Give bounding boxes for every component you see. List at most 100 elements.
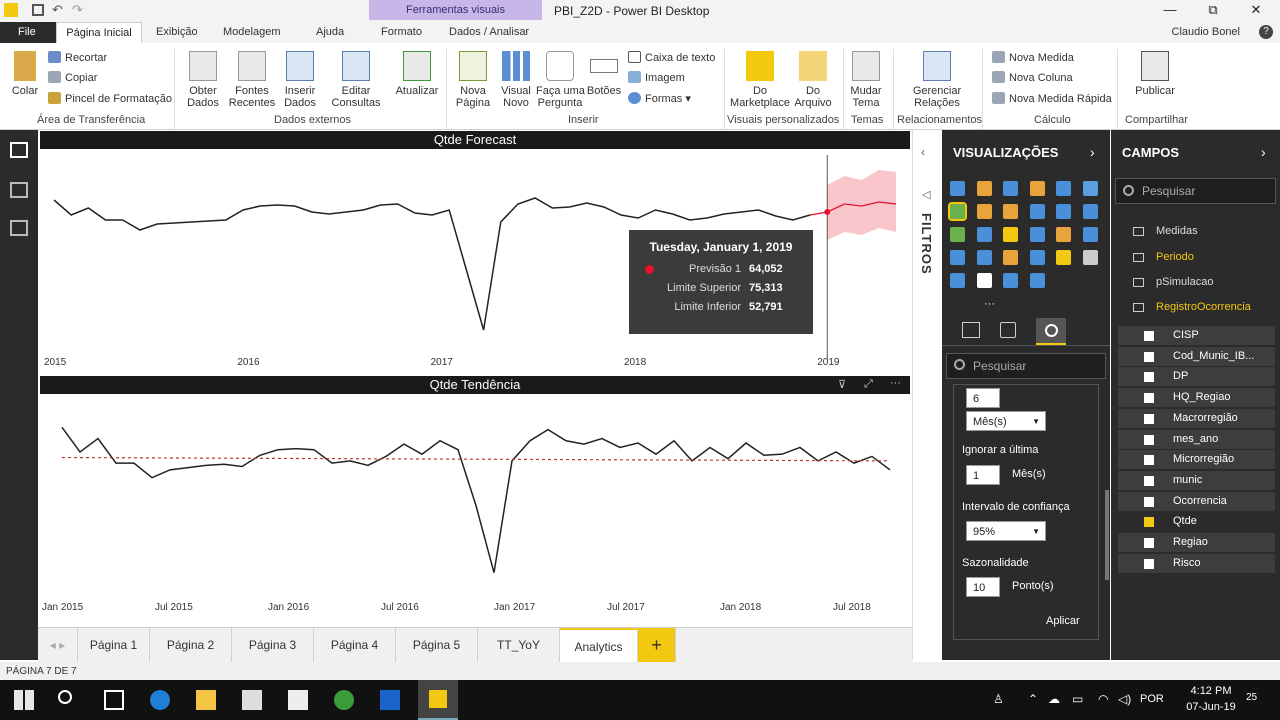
field-item[interactable]: CISP	[1118, 326, 1275, 345]
analytics-tab-icon[interactable]	[1036, 318, 1066, 345]
model-view-icon[interactable]	[10, 220, 28, 236]
more-options-icon[interactable]: ···	[890, 377, 901, 389]
visual-type-icon[interactable]	[950, 273, 965, 288]
publish-button[interactable]: Publicar	[1130, 51, 1180, 97]
visual-type-icon[interactable]	[1003, 227, 1018, 242]
page-tab[interactable]: Página 1	[78, 628, 150, 663]
visual-type-icon[interactable]	[976, 181, 992, 196]
visual-type-icon[interactable]	[1029, 227, 1045, 242]
scrollbar[interactable]	[1105, 490, 1109, 580]
visual-type-icon[interactable]	[1003, 250, 1018, 265]
file-explorer-icon[interactable]	[196, 690, 216, 710]
visual-type-icon[interactable]	[1082, 181, 1098, 196]
battery-icon[interactable]: ▭	[1072, 692, 1083, 706]
apply-button[interactable]: Aplicar	[1046, 615, 1080, 627]
forecast-length-input[interactable]: 6	[966, 388, 1000, 408]
ask-question-button[interactable]: Faça uma Pergunta	[536, 51, 585, 109]
field-checkbox[interactable]	[1144, 434, 1154, 445]
visual-type-icon[interactable]	[1082, 204, 1098, 219]
field-item[interactable]: munic	[1118, 470, 1275, 490]
field-checkbox[interactable]	[1144, 496, 1154, 507]
format-painter-button[interactable]: Pincel de Formatação	[48, 92, 172, 106]
field-item[interactable]: Microrregião	[1118, 450, 1275, 470]
clock-date[interactable]: 07-Jun-19	[1180, 701, 1242, 713]
field-checkbox[interactable]	[1144, 538, 1154, 548]
close-button[interactable]: ✕	[1241, 2, 1271, 20]
edge-icon[interactable]	[150, 690, 170, 710]
windows-start-icon[interactable]	[14, 690, 34, 710]
visual-type-icon[interactable]	[1056, 227, 1071, 242]
field-item[interactable]: HQ_Regiao	[1118, 388, 1275, 408]
add-page-button[interactable]: +	[638, 628, 676, 663]
focus-mode-icon[interactable]: ⤢	[864, 378, 873, 391]
save-icon[interactable]	[32, 4, 44, 16]
page-tab[interactable]: TT_YoY	[478, 628, 560, 663]
store-icon[interactable]	[242, 690, 262, 710]
tab-view[interactable]: Exibição	[156, 26, 198, 38]
visual-type-icon[interactable]	[976, 273, 992, 288]
visual-type-icon[interactable]	[1029, 250, 1045, 265]
paste-button[interactable]: Colar	[6, 51, 44, 97]
tab-format[interactable]: Formato	[381, 26, 422, 38]
field-item[interactable]: DP	[1118, 367, 1275, 387]
field-checkbox[interactable]	[1144, 351, 1154, 362]
chrome-icon[interactable]	[334, 690, 354, 710]
visual-type-icon[interactable]	[1029, 273, 1045, 288]
field-item[interactable]: Risco	[1118, 553, 1275, 573]
collapse-icon[interactable]: ‹	[921, 145, 925, 159]
visual-type-icon[interactable]	[1056, 181, 1071, 196]
visual-type-icon[interactable]	[1056, 204, 1071, 219]
page-tab[interactable]: Página 5	[396, 628, 478, 663]
visual-type-icon[interactable]	[1082, 227, 1098, 242]
visual-type-icon[interactable]	[950, 181, 965, 196]
cut-button[interactable]: Recortar	[48, 51, 107, 65]
ignore-last-input[interactable]: 1	[966, 465, 1000, 485]
redo-icon[interactable]: ↷	[72, 2, 83, 18]
refresh-button[interactable]: Atualizar	[394, 51, 440, 97]
tab-help[interactable]: Ajuda	[316, 26, 344, 38]
language-indicator[interactable]: POR	[1140, 693, 1164, 705]
marketplace-button[interactable]: Do Marketplace	[728, 51, 792, 109]
field-checkbox[interactable]	[1144, 331, 1154, 341]
search-icon[interactable]	[58, 690, 72, 704]
field-checkbox[interactable]	[1144, 455, 1154, 466]
page-tab-active[interactable]: Analytics	[560, 628, 638, 663]
field-item[interactable]: Regiao	[1118, 533, 1275, 552]
mail-icon[interactable]	[288, 690, 308, 710]
buttons-button[interactable]: Botões	[586, 51, 622, 97]
shapes-button[interactable]: Formas ▾	[628, 92, 691, 106]
cloud-icon[interactable]: ☁	[1048, 692, 1060, 706]
page-tab[interactable]: Página 3	[232, 628, 314, 663]
page-tab[interactable]: Página 4	[314, 628, 396, 663]
field-item[interactable]: Qtde	[1118, 512, 1275, 531]
task-view-icon[interactable]	[104, 690, 124, 710]
visual-type-icon[interactable]	[1056, 250, 1071, 265]
more-visuals-icon[interactable]: ···	[984, 298, 995, 310]
enter-data-button[interactable]: Inserir Dados	[280, 51, 320, 109]
manage-relationships-button[interactable]: Gerenciar Relações	[904, 51, 970, 109]
visual-type-icon[interactable]	[976, 204, 992, 219]
trend-chart[interactable]: Jan 2015 Jul 2015 Jan 2016 Jul 2016 Jan 2017…	[40, 395, 910, 620]
field-checkbox[interactable]	[1144, 372, 1154, 383]
filters-pane[interactable]	[912, 130, 942, 660]
get-data-button[interactable]: Obter Dados	[182, 51, 224, 109]
chevron-right-icon[interactable]: ›	[1090, 144, 1095, 160]
new-column-button[interactable]: Nova Coluna	[992, 71, 1073, 85]
tab-modeling[interactable]: Modelagem	[223, 26, 280, 38]
visual-type-icon[interactable]	[1003, 181, 1018, 196]
new-measure-button[interactable]: Nova Medida	[992, 51, 1074, 65]
forecast-unit-select[interactable]: Mês(s) ▼	[966, 411, 1046, 431]
help-icon[interactable]: ?	[1259, 25, 1273, 39]
page-tab[interactable]: Página 2	[150, 628, 232, 663]
new-visual-button[interactable]: Visual Novo	[498, 51, 534, 109]
field-item[interactable]: Cod_Munic_IB...	[1118, 346, 1275, 366]
seasonality-input[interactable]: 10	[966, 577, 1000, 597]
notification-badge[interactable]: 25	[1246, 692, 1257, 703]
from-file-button[interactable]: Do Arquivo	[792, 51, 834, 109]
field-checkbox[interactable]	[1144, 413, 1154, 424]
field-checkbox[interactable]	[1144, 475, 1154, 486]
new-quick-measure-button[interactable]: Nova Medida Rápida	[992, 92, 1112, 106]
report-view-icon[interactable]	[10, 142, 28, 158]
visual-type-icon[interactable]	[976, 250, 992, 265]
volume-icon[interactable]: ◁)	[1118, 692, 1131, 706]
